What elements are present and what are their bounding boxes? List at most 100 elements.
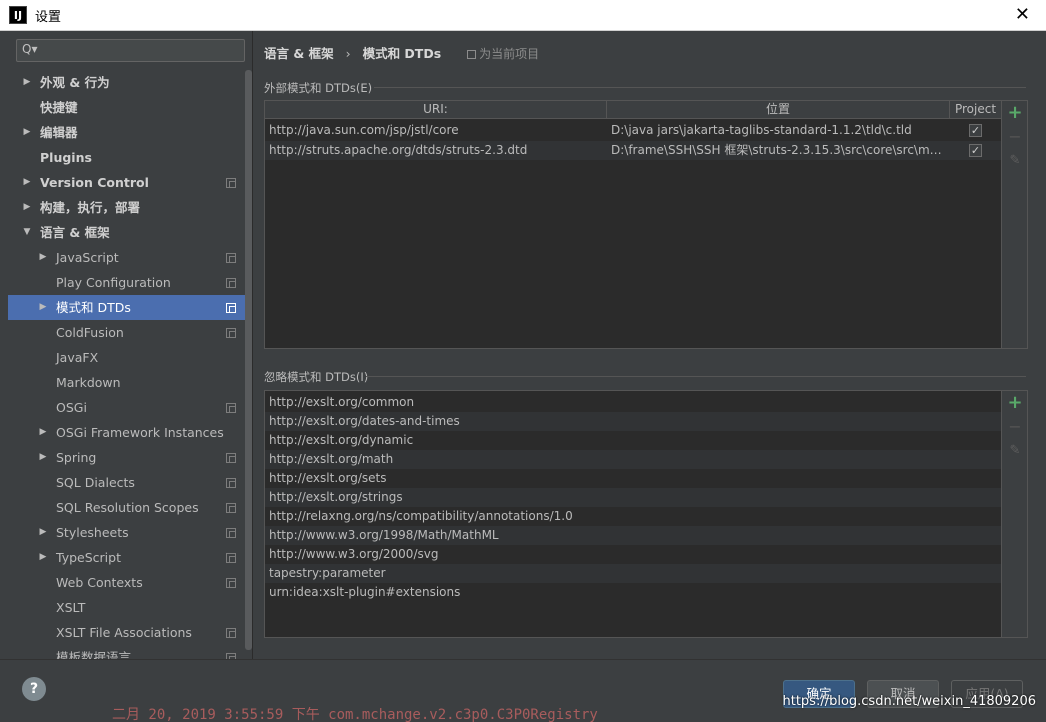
sidebar-item[interactable]: ▶ TypeScript [8,545,245,570]
ignored-list-item[interactable]: tapestry:parameter [265,564,1001,583]
table-row[interactable]: http://java.sun.com/jsp/jstl/core D:\jav… [265,121,1001,140]
background-console-text: 二月 20, 2019 3:55:59 下午 com.mchange.v2.c3… [112,707,598,722]
row-uri: http://java.sun.com/jsp/jstl/core [269,123,459,137]
ignored-list-item[interactable]: http://exslt.org/dates-and-times [265,412,1001,431]
ignored-uri: http://www.w3.org/2000/svg [269,547,439,561]
ignored-uri: urn:idea:xslt-plugin#extensions [269,585,461,599]
table-row[interactable]: http://struts.apache.org/dtds/struts-2.3… [265,141,1001,160]
sidebar-item-label: 语言 & 框架 [40,225,110,240]
sidebar-item-label: Markdown [56,375,121,390]
sidebar-item[interactable]: XSLT [8,595,245,620]
sidebar-item[interactable]: Plugins [8,145,245,170]
ignored-list-item[interactable]: http://www.w3.org/1998/Math/MathML [265,526,1001,545]
sidebar-item[interactable]: XSLT File Associations [8,620,245,645]
sidebar-item-label: Plugins [40,150,92,165]
sidebar-item[interactable]: Markdown [8,370,245,395]
sidebar-item[interactable]: ▶ Version Control [8,170,245,195]
edit-icon[interactable]: ✎ [1007,153,1023,169]
sidebar-item-label: 构建，执行，部署 [40,200,141,215]
chevron-down-icon[interactable]: ▼ [22,220,32,245]
sidebar-item[interactable]: ▶ Spring [8,445,245,470]
chevron-right-icon[interactable]: ▶ [38,445,48,470]
remove-icon[interactable]: − [1007,129,1023,145]
chevron-right-icon[interactable]: ▶ [38,295,48,320]
sidebar-item[interactable]: Play Configuration [8,270,245,295]
ignored-list-item[interactable]: http://exslt.org/strings [265,488,1001,507]
sidebar-item[interactable]: OSGi [8,395,245,420]
project-checkbox[interactable]: ✓ [969,124,982,137]
sidebar-item-label: 快捷键 [40,100,78,115]
sidebar-item[interactable]: 快捷键 [8,95,245,120]
project-level-icon [226,553,236,563]
chevron-right-icon[interactable]: ▶ [38,545,48,570]
ignored-uri: http://exslt.org/dates-and-times [269,414,460,428]
sidebar-item-label: OSGi [56,400,87,415]
ignored-toolbar: + − ✎ [1001,391,1027,637]
chevron-right-icon[interactable]: ▶ [38,520,48,545]
sidebar-item[interactable]: SQL Dialects [8,470,245,495]
breadcrumb-parent: 语言 & 框架 [264,46,334,61]
chevron-right-icon[interactable]: ▶ [38,245,48,270]
remove-icon[interactable]: − [1007,419,1023,435]
sidebar-item[interactable]: Web Contexts [8,570,245,595]
external-schemas-panel: URI: 位置 Project http://java.sun.com/jsp/… [264,100,1028,349]
ignored-list-item[interactable]: http://relaxng.org/ns/compatibility/anno… [265,507,1001,526]
help-button[interactable]: ? [22,677,46,701]
ignored-section-divider [366,376,1026,377]
close-icon[interactable]: ✕ [1015,5,1030,25]
sidebar-item-label: JavaScript [56,250,119,265]
sidebar-item-label: SQL Resolution Scopes [56,500,199,515]
sidebar-item[interactable]: ▼ 语言 & 框架 [8,220,245,245]
sidebar-item[interactable]: ▶ 外观 & 行为 [8,70,245,95]
sidebar-item[interactable]: ▶ 模式和 DTDs [8,295,245,320]
sidebar-item[interactable]: ▶ 构建，执行，部署 [8,195,245,220]
row-location: D:\frame\SSH\SSH 框架\struts-2.3.15.3\src\… [611,143,945,157]
sidebar-item[interactable]: ▶ JavaScript [8,245,245,270]
chevron-right-icon[interactable]: ▶ [22,195,32,220]
sidebar-item[interactable]: SQL Resolution Scopes [8,495,245,520]
sidebar-item[interactable]: ▶ Stylesheets [8,520,245,545]
ignored-uri: http://exslt.org/sets [269,471,387,485]
ignored-list-item[interactable]: http://exslt.org/common [265,393,1001,412]
chevron-right-icon[interactable]: ▶ [22,70,32,95]
sidebar-item[interactable]: JavaFX [8,345,245,370]
ignored-list-item[interactable]: urn:idea:xslt-plugin#extensions [265,583,1001,602]
ignored-schemas-list: http://exslt.org/common http://exslt.org/… [265,391,1001,637]
sidebar-item-label: JavaFX [56,350,99,365]
edit-icon[interactable]: ✎ [1007,443,1023,459]
ignored-uri: http://exslt.org/math [269,452,394,466]
column-location[interactable]: 位置 [607,101,950,119]
ignored-schemas-panel: http://exslt.org/common http://exslt.org/… [264,390,1028,638]
ignored-list-item[interactable]: http://exslt.org/sets [265,469,1001,488]
project-level-icon [226,403,236,413]
settings-search-input[interactable]: Q▾ [16,39,245,62]
add-icon[interactable]: + [1007,104,1023,122]
sidebar-item-label: XSLT [56,600,86,615]
sidebar-item-label: XSLT File Associations [56,625,192,640]
sidebar-scroll-thumb[interactable] [245,70,252,650]
chevron-right-icon[interactable]: ▶ [38,420,48,445]
sidebar-item[interactable]: ▶ 编辑器 [8,120,245,145]
ignored-list-item[interactable]: http://exslt.org/math [265,450,1001,469]
chevron-right-icon[interactable]: ▶ [22,120,32,145]
ignored-list-item[interactable]: http://exslt.org/dynamic [265,431,1001,450]
row-location: D:\java jars\jakarta-taglibs-standard-1.… [611,123,912,137]
settings-content: 语言 & 框架 › 模式和 DTDs 为当前项目 外部模式和 DTDs(E) U… [254,31,1046,659]
project-checkbox[interactable]: ✓ [969,144,982,157]
add-icon[interactable]: + [1007,394,1023,412]
sidebar-scrollbar[interactable] [245,70,252,659]
external-schemas-table: URI: 位置 Project http://java.sun.com/jsp/… [265,101,1001,348]
project-scope-note: 为当前项目 [467,47,539,61]
external-table-header: URI: 位置 Project [265,101,1001,119]
sidebar-item[interactable]: 模板数据语言 [8,645,245,659]
chevron-right-icon[interactable]: ▶ [22,170,32,195]
sidebar-item-label: Play Configuration [56,275,171,290]
sidebar-item[interactable]: ▶ OSGi Framework Instances [8,420,245,445]
project-level-icon [226,628,236,638]
sidebar-item-label: ColdFusion [56,325,124,340]
column-uri[interactable]: URI: [265,101,607,119]
sidebar-item[interactable]: ColdFusion [8,320,245,345]
ignored-list-item[interactable]: http://www.w3.org/2000/svg [265,545,1001,564]
column-project[interactable]: Project [950,101,1001,119]
project-level-icon [226,278,236,288]
